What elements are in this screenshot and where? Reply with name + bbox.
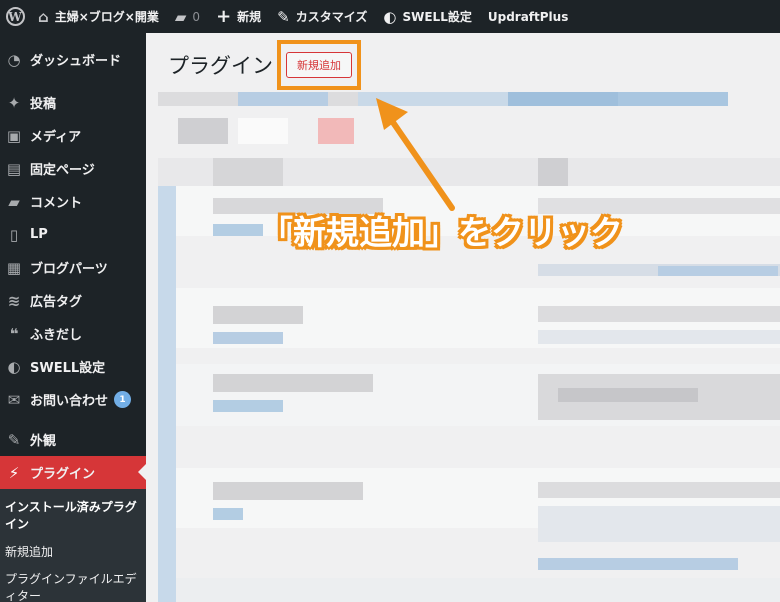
highlight-frame (277, 40, 361, 90)
sidebar-item-label: お問い合わせ (30, 394, 109, 409)
updraft-label: UpdraftPlus (487, 9, 569, 24)
speech-bubble-icon: ❝ (9, 324, 19, 343)
comments-link[interactable]: ▰ 0 (167, 0, 208, 33)
wordpress-menu[interactable]: W (0, 0, 30, 33)
sidebar-item-label: コメント (30, 196, 83, 211)
sidebar-item-comments[interactable]: ▰ コメント (0, 185, 146, 218)
sidebar-item-pages[interactable]: ▤ 固定ページ (0, 152, 146, 185)
updraftplus-link[interactable]: UpdraftPlus (480, 0, 577, 33)
sidebar-item-label: 投稿 (30, 97, 57, 112)
sidebar-item-label: ダッシュボード (30, 54, 122, 69)
annotation-arrow-icon (376, 98, 455, 211)
grid-icon: ▦ (6, 258, 22, 277)
sidebar-item-label: メディア (30, 130, 82, 145)
customize-link[interactable]: ✎ カスタマイズ (269, 0, 375, 33)
site-name: 主婦×ブログ×開業 (54, 10, 159, 24)
swell-icon: ◐ (383, 7, 397, 26)
sidebar-item-fukidashi[interactable]: ❝ ふきだし (0, 317, 146, 350)
admin-sidebar: ◔ ダッシュボード ✦ 投稿 ▣ メディア ▤ 固定ページ ▰ コメント ▯ L… (0, 33, 146, 602)
sidebar-item-swell-settings[interactable]: ◐ SWELL設定 (0, 350, 146, 383)
swell-settings-link[interactable]: ◐ SWELL設定 (375, 0, 479, 33)
admin-bar: W ⌂ 主婦×ブログ×開業 ▰ 0 + 新規 ✎ カスタマイズ ◐ SWELL設… (0, 0, 780, 33)
sidebar-item-label: ブログパーツ (30, 262, 108, 277)
sidebar-item-label: 外観 (30, 434, 57, 449)
media-icon: ▣ (6, 126, 22, 145)
brush-icon: ✎ (7, 430, 21, 449)
submenu-installed-plugins[interactable]: インストール済みプラグイン (5, 499, 140, 533)
site-name-link[interactable]: ⌂ 主婦×ブログ×開業 (30, 0, 167, 33)
active-indicator (138, 464, 146, 480)
sidebar-item-media[interactable]: ▣ メディア (0, 119, 146, 152)
swell-label: SWELL設定 (402, 10, 472, 24)
sidebar-item-lp[interactable]: ▯ LP (0, 218, 146, 251)
sidebar-item-dashboard[interactable]: ◔ ダッシュボード (0, 43, 146, 76)
sidebar-item-label: LP (30, 227, 48, 242)
customize-label: カスタマイズ (295, 10, 368, 24)
page-title: プラグイン (168, 54, 273, 78)
plugin-icon: ⚡ (8, 463, 20, 482)
sidebar-item-label: 固定ページ (30, 163, 95, 178)
comments-count: 0 (192, 9, 201, 24)
ad-icon: ≋ (7, 291, 21, 310)
plugins-submenu: インストール済みプラグイン 新規追加 プラグインファイルエディター (0, 489, 146, 602)
plus-icon: + (216, 6, 232, 27)
notification-badge: 1 (114, 391, 132, 408)
comment-icon: ▰ (8, 192, 20, 211)
submenu-add-new[interactable]: 新規追加 (5, 544, 140, 561)
sidebar-item-label: SWELL設定 (30, 361, 106, 376)
sidebar-item-ad-tags[interactable]: ≋ 広告タグ (0, 284, 146, 317)
sidebar-item-label: 広告タグ (30, 295, 83, 310)
submenu-plugin-file-editor[interactable]: プラグインファイルエディター (5, 571, 140, 602)
dashboard-icon: ◔ (7, 50, 21, 69)
sidebar-item-appearance[interactable]: ✎ 外観 (0, 423, 146, 456)
page-icon: ▤ (6, 159, 22, 178)
document-icon: ▯ (9, 225, 19, 244)
comment-icon: ▰ (174, 7, 187, 26)
home-icon: ⌂ (38, 7, 49, 26)
sidebar-item-label: ふきだし (30, 328, 83, 343)
pin-icon: ✦ (7, 93, 21, 112)
new-label: 新規 (237, 10, 262, 24)
sidebar-item-posts[interactable]: ✦ 投稿 (0, 86, 146, 119)
swell-icon: ◐ (7, 357, 21, 376)
mail-icon: ✉ (7, 390, 21, 409)
sidebar-item-contact[interactable]: ✉ お問い合わせ 1 (0, 383, 146, 416)
sidebar-item-plugins[interactable]: ⚡ プラグイン (0, 456, 146, 489)
sidebar-item-label: プラグイン (30, 467, 96, 482)
wordpress-icon: W (5, 7, 25, 26)
sidebar-item-blog-parts[interactable]: ▦ ブログパーツ (0, 251, 146, 284)
new-content-link[interactable]: + 新規 (208, 0, 269, 33)
annotation-callout: 「新規追加」をクリック (260, 213, 623, 252)
brush-icon: ✎ (277, 7, 290, 26)
